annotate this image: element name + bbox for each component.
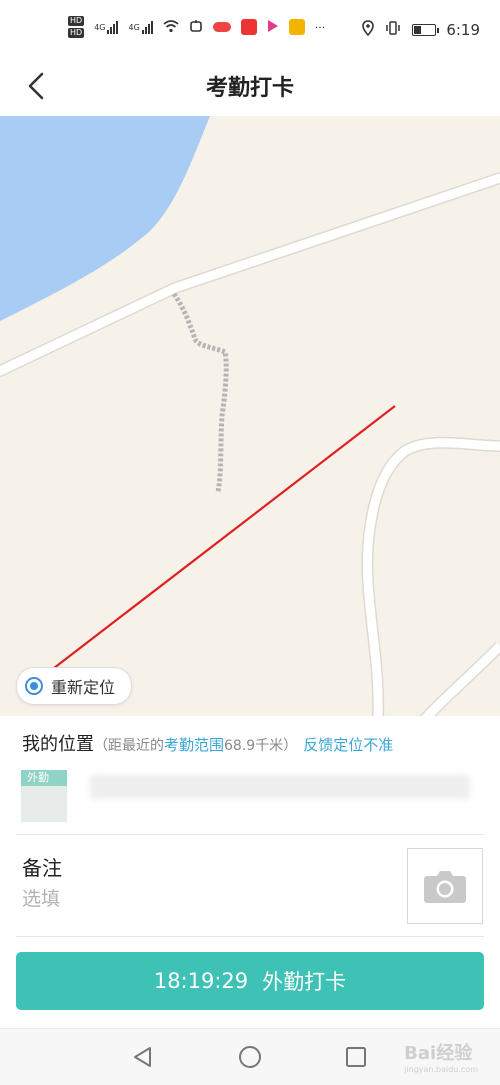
vibrate-icon <box>384 21 402 39</box>
remark-input[interactable]: 选填 <box>22 884 382 911</box>
distance-value: 68.9千米 <box>224 738 284 754</box>
crosshair-icon <box>25 677 43 695</box>
app-icon-red <box>212 22 231 32</box>
page-header: 考勤打卡 <box>0 56 500 116</box>
distance-suffix: ） <box>283 738 298 754</box>
track-path <box>171 292 229 493</box>
hd-label: HD <box>68 28 85 38</box>
play-icon <box>267 19 279 36</box>
watermark-text2: 经验 <box>436 1043 473 1064</box>
nav-home-button[interactable] <box>237 1044 263 1070</box>
circle-home-icon <box>239 1046 261 1068</box>
watermark-text: Bai <box>404 1043 437 1064</box>
add-photo-button[interactable] <box>407 848 483 924</box>
signal-icon <box>107 20 119 34</box>
attendance-range-link[interactable]: 考勤范围 <box>164 736 224 754</box>
nav-recents-button[interactable] <box>343 1044 369 1070</box>
hd-label: HD <box>68 16 85 26</box>
map-canvas <box>0 116 500 716</box>
wifi-icon <box>163 19 179 36</box>
watermark-url: jingyan.baidu.com <box>404 1065 478 1074</box>
status-left: HD HD 4G 4G ··· <box>68 16 325 38</box>
location-icon <box>362 20 375 40</box>
remark-label: 备注 <box>22 856 62 880</box>
arrow-annotation <box>26 405 396 690</box>
more-notifications: ··· <box>314 20 326 34</box>
tag-label: 外勤 <box>21 770 67 786</box>
road-curve <box>361 436 500 716</box>
map-view[interactable]: 重新定位 <box>0 116 500 716</box>
notification-icon <box>189 19 203 36</box>
square-recents-icon <box>346 1047 366 1067</box>
field-work-tag: 外勤 <box>21 770 67 822</box>
address-blurred <box>90 775 470 799</box>
triangle-back-icon <box>134 1047 151 1067</box>
signal-icon <box>141 20 153 34</box>
status-bar: HD HD 4G 4G ··· 6:19 <box>0 0 500 56</box>
status-right: 6:19 <box>362 20 480 40</box>
feedback-link[interactable]: 反馈定位不准 <box>303 736 393 754</box>
relocate-label: 重新定位 <box>51 678 116 697</box>
page-title: 考勤打卡 <box>205 76 294 101</box>
clock-in-button[interactable]: 18:19:29 外勤打卡 <box>16 952 484 1010</box>
system-nav-bar: Bai经验 jingyan.baidu.com <box>0 1028 500 1085</box>
distance-prefix: （距最近的 <box>94 738 164 754</box>
location-label: 我的位置 <box>22 734 94 755</box>
app-icon-yellow <box>288 19 305 35</box>
nav-back-button[interactable] <box>130 1044 156 1070</box>
battery-icon <box>412 24 440 36</box>
relocate-button[interactable]: 重新定位 <box>16 667 133 705</box>
clock-in-label: 外勤打卡 <box>262 970 347 994</box>
location-line: 我的位置（距最近的考勤范围68.9千米） 反馈定位不准 <box>22 730 393 756</box>
network-type: 4G <box>94 22 106 32</box>
divider <box>16 936 484 937</box>
watermark: Bai经验 jingyan.baidu.com <box>404 1039 478 1074</box>
clock-in-time: 18:19:29 <box>153 969 249 993</box>
divider <box>16 834 484 835</box>
hd-icon: HD HD <box>68 16 85 38</box>
app-icon-seven <box>240 19 257 35</box>
status-time: 6:19 <box>446 21 480 39</box>
camera-icon <box>424 871 466 903</box>
network-type: 4G <box>128 22 140 32</box>
